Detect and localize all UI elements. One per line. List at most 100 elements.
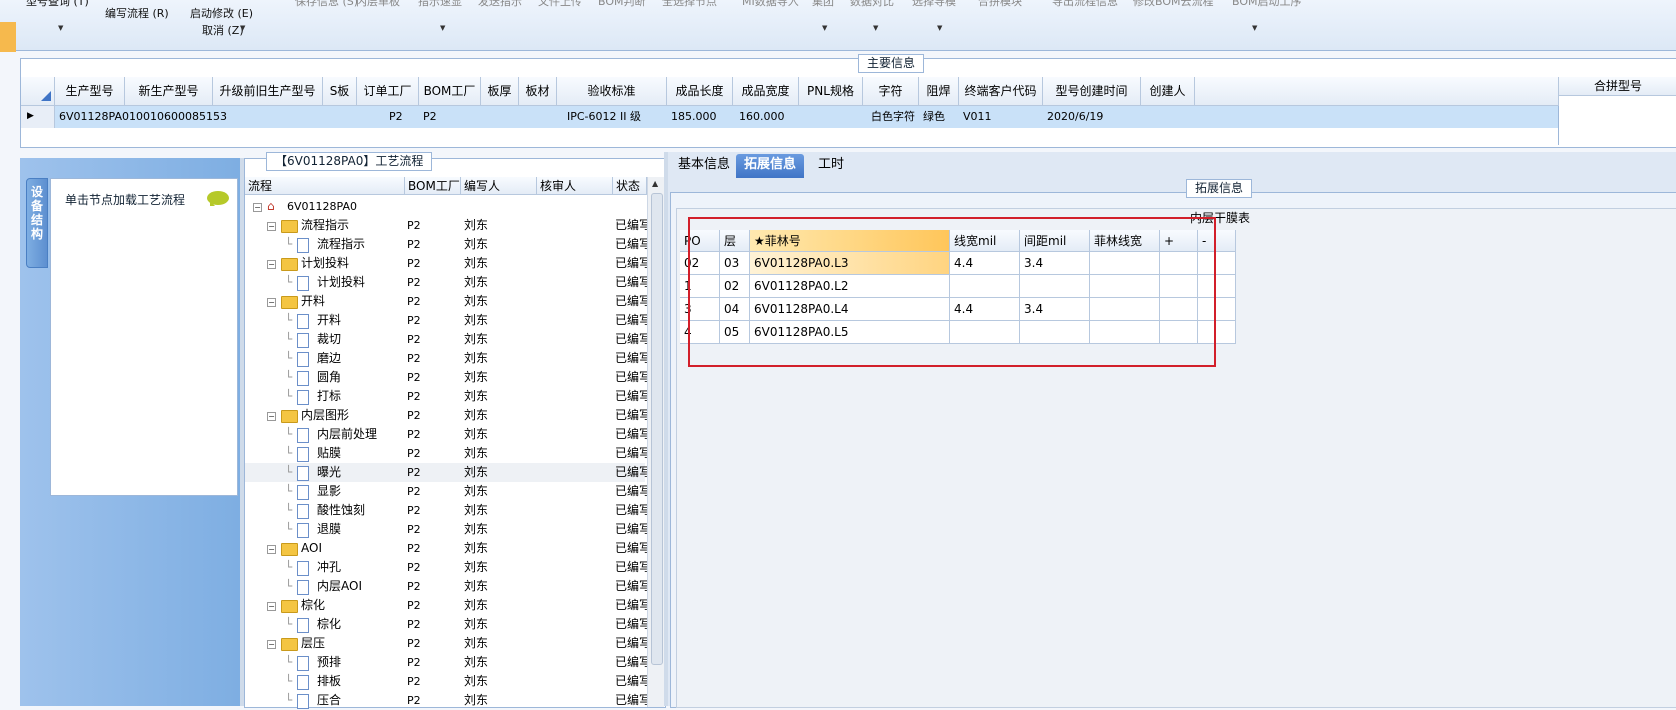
tree-row[interactable]: └ 开料 P2 刘东 已编写 — [245, 311, 647, 330]
ribbon-item[interactable]: 型号查询 (T) — [26, 0, 89, 9]
column-header[interactable]: 板厚 — [481, 77, 519, 106]
splitter[interactable] — [240, 158, 244, 706]
tree-row[interactable]: └ 退膜 P2 刘东 已编写 — [245, 520, 647, 539]
ribbon-item[interactable]: 集团 — [812, 0, 834, 9]
tree-column-header[interactable]: BOM工厂 — [405, 177, 461, 195]
collapse-icon[interactable]: − — [253, 203, 262, 212]
collapse-icon[interactable]: − — [267, 260, 276, 269]
tree-row[interactable]: − 开料 P2 刘东 已编写 — [245, 292, 647, 311]
ribbon-item[interactable]: 导出流程信息 — [1052, 0, 1118, 9]
tree-row[interactable]: └ 曝光 P2 刘东 已编写 — [245, 463, 647, 482]
column-header[interactable]: 成品长度 — [667, 77, 733, 106]
dropdown-arrow-icon[interactable]: ▼ — [822, 24, 827, 32]
tab-work-hours[interactable]: 工时 — [810, 154, 852, 178]
column-header[interactable]: BOM工厂 — [419, 77, 481, 106]
start-modify-button[interactable]: 启动修改 (E) — [190, 5, 253, 21]
column-header[interactable]: S板 — [323, 77, 357, 106]
tree-row[interactable]: − AOI P2 刘东 已编写 — [245, 539, 647, 558]
tree-row[interactable]: └ 流程指示 P2 刘东 已编写 — [245, 235, 647, 254]
tab-basic-info[interactable]: 基本信息 — [670, 154, 738, 178]
tree-row[interactable]: └ 预排 P2 刘东 已编写 — [245, 653, 647, 672]
tab-extended-info[interactable]: 拓展信息 — [736, 154, 805, 178]
edit-flow-button[interactable]: 编写流程 (R) — [105, 5, 169, 21]
bom-factory-cell: P2 — [407, 295, 421, 308]
column-header[interactable]: 订单工厂 — [357, 77, 419, 106]
dropdown-arrow-icon[interactable]: ▼ — [58, 24, 63, 32]
tree-row[interactable]: └ 内层前处理 P2 刘东 已编写 — [245, 425, 647, 444]
ribbon-item[interactable]: 修改BOM云流程 — [1133, 0, 1214, 9]
column-header[interactable]: 升级前旧生产型号 — [213, 77, 323, 106]
ribbon-item[interactable]: 全选择节点 — [662, 0, 717, 9]
tree-connector: └ — [285, 503, 293, 517]
collapse-icon[interactable]: − — [267, 545, 276, 554]
collapse-icon[interactable]: − — [267, 412, 276, 421]
ribbon-item[interactable]: 文件上传 — [538, 0, 582, 9]
collapse-icon[interactable]: − — [267, 602, 276, 611]
column-header[interactable]: 成品宽度 — [733, 77, 799, 106]
tree-row[interactable]: └ 计划投料 P2 刘东 已编写 — [245, 273, 647, 292]
column-header[interactable]: 字符 — [863, 77, 919, 106]
tree-row[interactable]: − 流程指示 P2 刘东 已编写 — [245, 216, 647, 235]
tree-row[interactable]: └ 磨边 P2 刘东 已编写 — [245, 349, 647, 368]
status-cell: 已编写 — [615, 313, 647, 327]
column-header[interactable]: 终端客户代码 — [959, 77, 1043, 106]
tree-connector: └ — [285, 465, 293, 479]
tree-row[interactable]: └ 圆角 P2 刘东 已编写 — [245, 368, 647, 387]
collapse-icon[interactable]: − — [267, 640, 276, 649]
column-header[interactable]: 型号创建时间 — [1043, 77, 1141, 106]
tree-root-row[interactable]: − ⌂ 6V01128PA0 — [245, 197, 645, 216]
ribbon-item[interactable]: MI数据导入 — [742, 0, 799, 9]
tree-row[interactable]: − 棕化 P2 刘东 已编写 — [245, 596, 647, 615]
column-header[interactable]: 创建人 — [1141, 77, 1195, 106]
tree-row[interactable]: └ 冲孔 P2 刘东 已编写 — [245, 558, 647, 577]
ribbon-item[interactable]: BOM判断 — [598, 0, 646, 9]
tree-column-header[interactable]: 流程 — [245, 177, 405, 195]
ribbon-item[interactable]: BOM启动工序 — [1232, 0, 1302, 9]
vertical-tab-equipment[interactable]: 设备结构 — [26, 178, 48, 268]
tree-node-label: 内层AOI — [317, 579, 362, 593]
writer-cell: 刘东 — [464, 446, 489, 460]
tree-row[interactable]: └ 排板 P2 刘东 已编写 — [245, 672, 647, 691]
ribbon-item[interactable]: 保存信息 (S) — [295, 0, 358, 9]
tree-row[interactable]: − 内层图形 P2 刘东 已编写 — [245, 406, 647, 425]
column-header[interactable]: 生产型号 — [55, 77, 125, 106]
ribbon-item[interactable]: 指示速显 — [418, 0, 462, 9]
collapse-icon[interactable]: − — [267, 222, 276, 231]
dropdown-arrow-icon[interactable]: ▼ — [240, 24, 245, 32]
column-header[interactable]: PNL规格 — [799, 77, 863, 106]
main-info-row[interactable] — [21, 106, 1558, 128]
tree-column-header[interactable]: 核审人 — [537, 177, 613, 195]
bom-factory-cell: P2 — [407, 390, 421, 403]
tree-row[interactable]: └ 显影 P2 刘东 已编写 — [245, 482, 647, 501]
tree-row[interactable]: └ 内层AOI P2 刘东 已编写 — [245, 577, 647, 596]
ribbon-item[interactable]: 内层单板 — [356, 0, 400, 9]
tree-row[interactable]: └ 棕化 P2 刘东 已编写 — [245, 615, 647, 634]
dropdown-arrow-icon[interactable]: ▼ — [873, 24, 878, 32]
dropdown-arrow-icon[interactable]: ▼ — [1252, 24, 1257, 32]
collapse-icon[interactable]: − — [267, 298, 276, 307]
dropdown-arrow-icon[interactable]: ▼ — [440, 24, 445, 32]
tree-row[interactable]: − 计划投料 P2 刘东 已编写 — [245, 254, 647, 273]
tree-row[interactable]: └ 裁切 P2 刘东 已编写 — [245, 330, 647, 349]
tree-row[interactable]: └ 压合 P2 刘东 已编写 — [245, 691, 647, 710]
cancel-button[interactable]: 取消 (Z) — [202, 22, 244, 38]
tree-row[interactable]: └ 打标 P2 刘东 已编写 — [245, 387, 647, 406]
column-header[interactable]: 新生产型号 — [125, 77, 213, 106]
ribbon-item[interactable]: 数据对比 — [850, 0, 894, 9]
tree-column-header[interactable]: 编写人 — [461, 177, 537, 195]
status-cell: 已编写 — [615, 408, 647, 422]
tree-row[interactable]: └ 贴膜 P2 刘东 已编写 — [245, 444, 647, 463]
column-header[interactable]: 板材 — [519, 77, 557, 106]
tree-scrollbar[interactable]: ▲ — [647, 177, 664, 707]
dropdown-arrow-icon[interactable]: ▼ — [937, 24, 942, 32]
ribbon-item[interactable]: 合拼模块 — [978, 0, 1022, 9]
scroll-thumb[interactable] — [651, 193, 663, 665]
ribbon-item[interactable]: 发送指示 — [478, 0, 522, 9]
ribbon-item[interactable]: 选择导模 — [912, 0, 956, 9]
scroll-up-icon[interactable]: ▲ — [652, 179, 658, 188]
tree-row[interactable]: − 层压 P2 刘东 已编写 — [245, 634, 647, 653]
column-header[interactable]: 阻焊 — [919, 77, 959, 106]
tree-row[interactable]: └ 酸性蚀刻 P2 刘东 已编写 — [245, 501, 647, 520]
column-header[interactable]: 验收标准 — [557, 77, 667, 106]
tree-column-header[interactable]: 状态 — [613, 177, 647, 195]
